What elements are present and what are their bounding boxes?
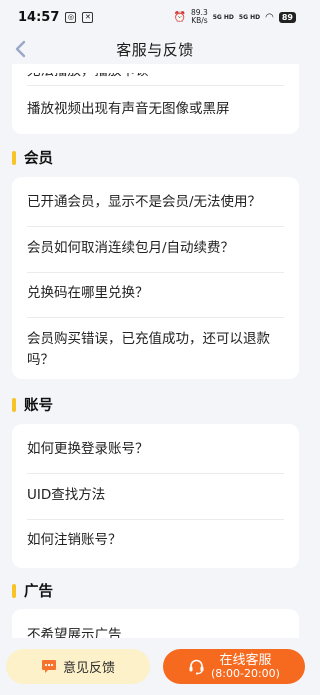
section-title-membership: 会员 xyxy=(12,147,53,168)
signal-1: 5G HD xyxy=(212,13,234,21)
battery-indicator: 89 xyxy=(278,11,296,23)
section-title-ads: 广告 xyxy=(12,580,53,601)
service-label: 在线客服 xyxy=(219,652,272,668)
notification-icon: ◎ xyxy=(65,11,77,23)
online-service-button[interactable]: 在线客服 (8:00-20:00) xyxy=(163,649,305,684)
faq-item[interactable]: 会员如何取消连续包月/自动续费？ xyxy=(27,238,284,259)
feedback-chat-icon xyxy=(41,660,56,673)
faq-item[interactable]: 会员购买错误，已充值成功，还可以退款吗？ xyxy=(27,329,284,371)
faq-item[interactable]: 播放视频出现有声音无图像或黑屏 xyxy=(27,99,284,120)
service-hours: (8:00-20:00) xyxy=(211,666,280,680)
status-bar: 14:57 ◎ ✕ ⏰ 89.3 KB/s 5G HD 5G HD ◠ 89 xyxy=(0,0,310,34)
faq-card-account: 如何更换登录账号？ UID查找方法 如何注销账号？ xyxy=(12,424,299,568)
net-speed: 89.3 KB/s xyxy=(191,8,208,25)
section-title-account: 账号 xyxy=(12,394,53,415)
feedback-button[interactable]: 意见反馈 xyxy=(6,649,150,684)
divider xyxy=(27,473,284,474)
faq-card-ads: 不希望展示广告 xyxy=(12,609,299,638)
wifi-icon: ◠ xyxy=(265,11,274,23)
bottom-action-bar: 意见反馈 在线客服 (8:00-20:00) xyxy=(0,638,310,695)
faq-item[interactable]: 已开通会员，显示不是会员/无法使用？ xyxy=(27,192,284,213)
alarm-icon: ⏰ xyxy=(173,11,187,23)
back-arrow-icon[interactable] xyxy=(10,38,32,60)
header: 客服与反馈 xyxy=(0,34,310,64)
faq-card-membership: 已开通会员，显示不是会员/无法使用？ 会员如何取消连续包月/自动续费？ 兑换码在… xyxy=(12,177,299,379)
faq-item[interactable]: UID查找方法 xyxy=(27,485,284,506)
divider xyxy=(27,85,284,86)
divider xyxy=(27,226,284,227)
status-time: 14:57 xyxy=(18,9,60,25)
faq-item-partial[interactable]: 无法播放，播放卡顿 xyxy=(27,73,284,82)
faq-item[interactable]: 如何更换登录账号？ xyxy=(27,439,284,460)
faq-item[interactable]: 如何注销账号？ xyxy=(27,530,284,551)
headset-icon xyxy=(189,659,204,675)
app-notification-icon: ✕ xyxy=(82,11,94,23)
faq-list[interactable]: 无法播放，播放卡顿 播放视频出现有声音无图像或黑屏 会员 已开通会员，显示不是会… xyxy=(0,64,310,638)
divider xyxy=(27,519,284,520)
faq-item[interactable]: 兑换码在哪里兑换？ xyxy=(27,283,284,304)
divider xyxy=(27,317,284,318)
divider xyxy=(27,272,284,273)
section-accent-bar xyxy=(12,583,16,598)
page-title: 客服与反馈 xyxy=(116,40,194,59)
faq-card-top: 无法播放，播放卡顿 播放视频出现有声音无图像或黑屏 xyxy=(12,64,299,134)
faq-item[interactable]: 不希望展示广告 xyxy=(27,625,284,638)
section-accent-bar xyxy=(12,397,16,412)
feedback-label: 意见反馈 xyxy=(62,661,115,676)
section-accent-bar xyxy=(12,150,16,165)
signal-2: 5G HD xyxy=(238,13,261,21)
